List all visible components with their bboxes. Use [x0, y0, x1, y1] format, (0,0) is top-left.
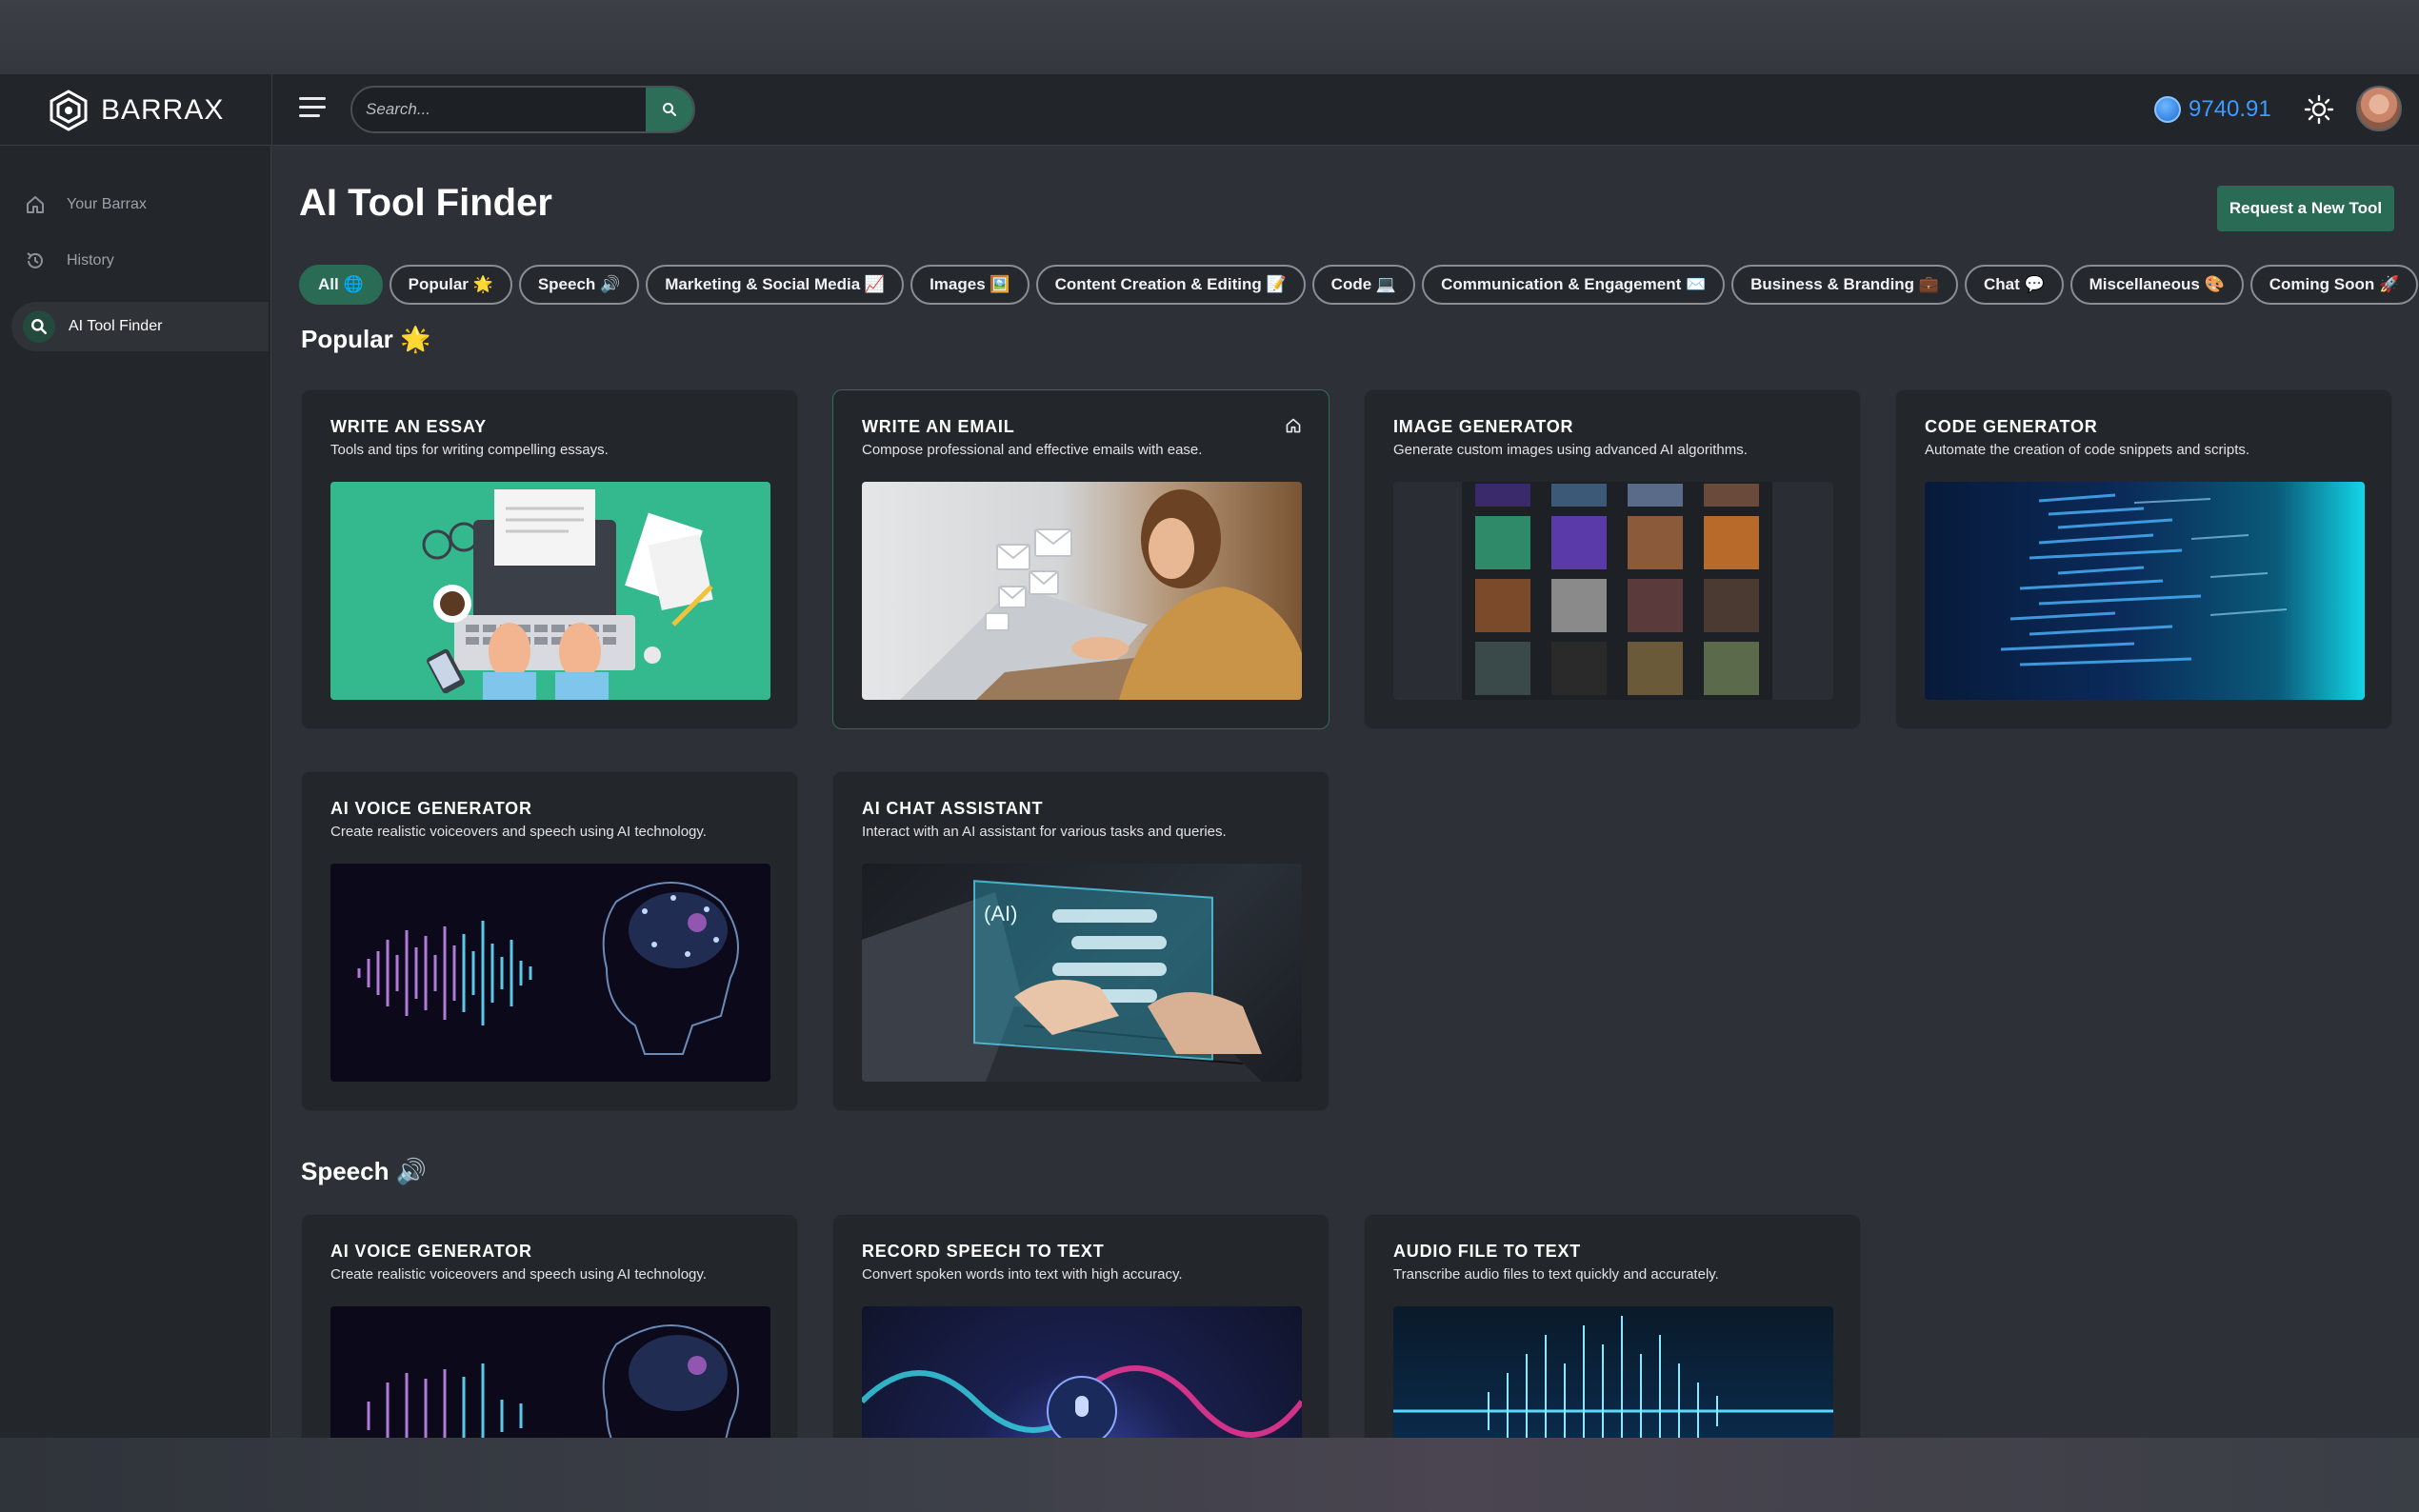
history-icon: [27, 252, 43, 269]
card-description: Transcribe audio files to text quickly a…: [1393, 1266, 1719, 1283]
hamburger-line: [299, 114, 320, 117]
filter-chip-all[interactable]: All 🌐: [299, 265, 383, 305]
card-description: Interact with an AI assistant for variou…: [862, 824, 1227, 840]
theme-toggle-button[interactable]: [2303, 93, 2335, 126]
chat-ai-label: (AI): [984, 902, 1017, 925]
card-description: Automate the creation of code snippets a…: [1925, 442, 2250, 458]
credits-balance[interactable]: 9740.91: [2154, 93, 2271, 126]
filter-chip-content-creation[interactable]: Content Creation & Editing 📝: [1035, 265, 1306, 305]
card-title: WRITE AN ESSAY: [330, 417, 487, 436]
email-photo: [862, 482, 1302, 700]
card-title: AI VOICE GENERATOR: [330, 1242, 532, 1261]
card-description: Convert spoken words into text with high…: [862, 1266, 1183, 1283]
app-name: BARRAX: [101, 94, 225, 126]
sidebar-item-your-barrax[interactable]: Your Barrax: [13, 180, 270, 229]
search-button[interactable]: [646, 88, 693, 131]
card-description: Tools and tips for writing compelling es…: [330, 442, 609, 458]
request-new-tool-button[interactable]: Request a New Tool: [2217, 186, 2394, 231]
card-description: Generate custom images using advanced AI…: [1393, 442, 1748, 458]
filter-chip-images[interactable]: Images 🖼️: [910, 265, 1030, 305]
tool-card-image-generator[interactable]: IMAGE GENERATOR Generate custom images u…: [1364, 389, 1861, 729]
home-icon: [27, 196, 44, 213]
menu-toggle-button[interactable]: [299, 97, 326, 120]
main-content: AI Tool Finder Request a New Tool All 🌐 …: [272, 146, 2419, 1438]
audio-wave-illustration: [1393, 1306, 1833, 1438]
credits-value: 9740.91: [2189, 96, 2271, 122]
filter-chip-business[interactable]: Business & Branding 💼: [1731, 265, 1958, 305]
tool-card-record-speech-to-text[interactable]: RECORD SPEECH TO TEXT Convert spoken wor…: [832, 1214, 1329, 1438]
sidebar-item-label: Your Barrax: [67, 196, 147, 212]
chat-laptop-photo: (AI): [862, 864, 1302, 1082]
tool-card-write-essay[interactable]: WRITE AN ESSAY Tools and tips for writin…: [301, 389, 798, 729]
category-filters: All 🌐 Popular 🌟 Speech 🔊 Marketing & Soc…: [299, 265, 2419, 305]
window-bottom-strip: [0, 1438, 2419, 1512]
filter-chip-communication[interactable]: Communication & Engagement ✉️: [1422, 265, 1726, 305]
essay-illustration: [330, 482, 770, 700]
section-title-speech: Speech 🔊: [301, 1157, 428, 1185]
card-description: Compose professional and effective email…: [862, 442, 1203, 458]
filter-chip-coming-soon[interactable]: Coming Soon 🚀: [2249, 265, 2419, 305]
card-title: IMAGE GENERATOR: [1393, 417, 1574, 436]
filter-chip-speech[interactable]: Speech 🔊: [518, 265, 640, 305]
hamburger-line: [299, 106, 326, 109]
header-divider: [271, 74, 272, 146]
sidebar-item-label: History: [67, 252, 114, 269]
sidebar-item-label: AI Tool Finder: [69, 318, 163, 334]
filter-chip-code[interactable]: Code 💻: [1311, 265, 1416, 305]
app-window: BARRAX 9740.91: [0, 74, 2419, 1438]
search-icon: [23, 310, 55, 343]
coin-icon: [2154, 96, 2181, 123]
voice-brain-illustration: [330, 1306, 770, 1438]
tool-card-write-email[interactable]: WRITE AN EMAIL Compose professional and …: [832, 389, 1329, 729]
card-description: Create realistic voiceovers and speech u…: [330, 824, 707, 840]
code-photo: [1925, 482, 2365, 700]
top-header: BARRAX 9740.91: [0, 74, 2419, 146]
card-description: Create realistic voiceovers and speech u…: [330, 1266, 707, 1283]
search-bar: [350, 86, 695, 133]
voice-brain-illustration: [330, 864, 770, 1082]
card-title: RECORD SPEECH TO TEXT: [862, 1242, 1105, 1261]
sidebar-item-history[interactable]: History: [13, 236, 270, 286]
search-input[interactable]: [352, 88, 646, 131]
image-gallery-preview: [1393, 482, 1833, 700]
sidebar: Your Barrax History AI Tool Finder: [0, 146, 271, 1438]
sidebar-item-ai-tool-finder[interactable]: AI Tool Finder: [11, 302, 269, 351]
page-title: AI Tool Finder: [299, 182, 552, 224]
filter-chip-marketing[interactable]: Marketing & Social Media 📈: [646, 265, 905, 305]
tool-card-ai-voice-generator[interactable]: AI VOICE GENERATOR Create realistic voic…: [301, 771, 798, 1111]
tool-card-ai-chat-assistant[interactable]: AI CHAT ASSISTANT Interact with an AI as…: [832, 771, 1329, 1111]
card-title: CODE GENERATOR: [1925, 417, 2098, 436]
tool-card-ai-voice-generator[interactable]: AI VOICE GENERATOR Create realistic voic…: [301, 1214, 798, 1438]
home-icon: [1285, 417, 1302, 439]
filter-chip-chat[interactable]: Chat 💬: [1964, 265, 2064, 305]
tool-card-audio-file-to-text[interactable]: AUDIO FILE TO TEXT Transcribe audio file…: [1364, 1214, 1861, 1438]
user-avatar[interactable]: [2356, 86, 2402, 131]
hamburger-line: [299, 97, 326, 100]
card-title: AI CHAT ASSISTANT: [862, 799, 1044, 818]
tool-card-code-generator[interactable]: CODE GENERATOR Automate the creation of …: [1895, 389, 2392, 729]
search-icon: [663, 103, 676, 116]
sun-icon: [2304, 94, 2334, 125]
app-logo[interactable]: BARRAX: [50, 88, 224, 133]
card-title: AUDIO FILE TO TEXT: [1393, 1242, 1582, 1261]
section-title-popular: Popular 🌟: [301, 325, 431, 353]
speech-wave-illustration: [862, 1306, 1302, 1438]
hexagon-logo-icon: [50, 90, 88, 131]
window-top-strip: [0, 0, 2419, 74]
card-title: AI VOICE GENERATOR: [330, 799, 532, 818]
card-title: WRITE AN EMAIL: [862, 417, 1015, 436]
filter-chip-popular[interactable]: Popular 🌟: [389, 265, 512, 305]
filter-chip-miscellaneous[interactable]: Miscellaneous 🎨: [2069, 265, 2244, 305]
